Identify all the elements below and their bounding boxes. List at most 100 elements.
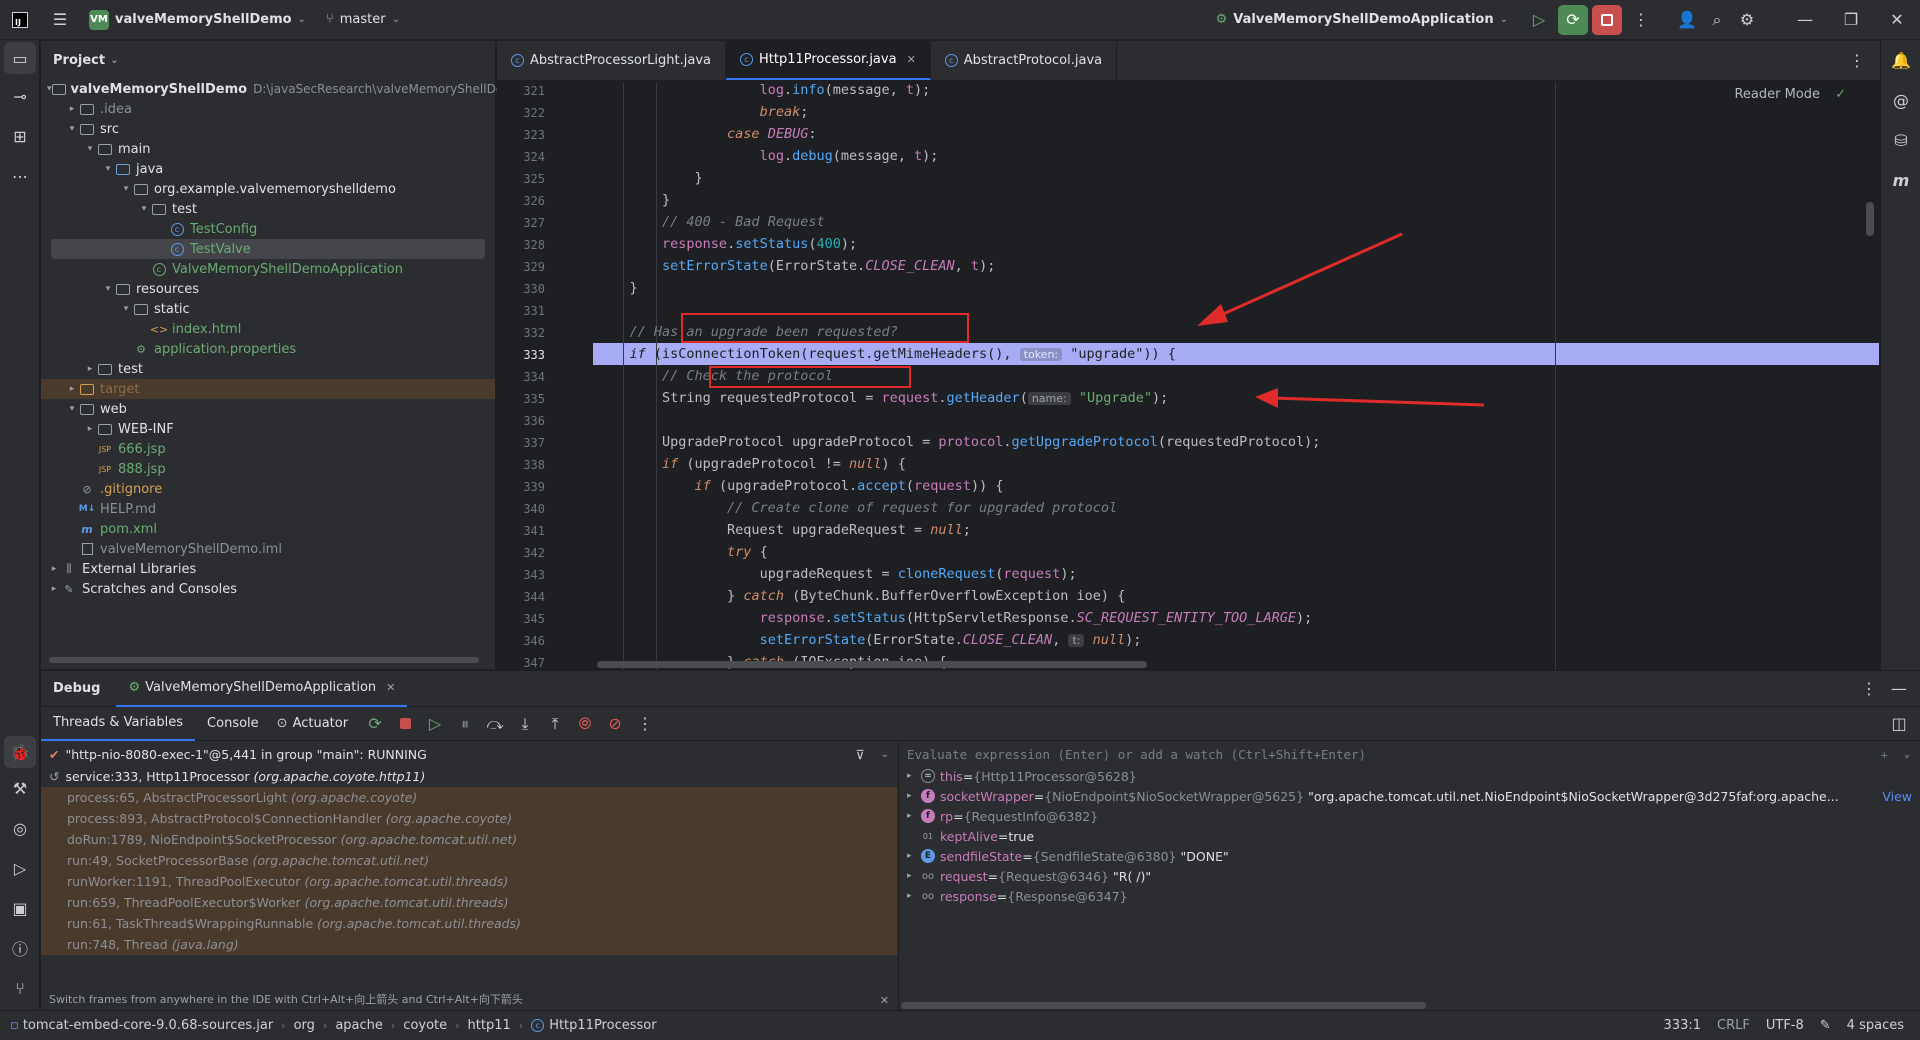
build-icon[interactable]: ⚒ — [0, 768, 40, 808]
tree-item[interactable]: ⊘ .gitignore — [41, 479, 495, 499]
commit-icon[interactable]: ⊸ — [0, 76, 40, 116]
tree-item[interactable]: ▾ src — [41, 119, 495, 139]
step-into-icon[interactable]: ⤓ — [510, 709, 540, 739]
chevron-right-icon[interactable]: ▸ — [907, 791, 921, 801]
step-out-icon[interactable]: ⤒ — [540, 709, 570, 739]
tree-item[interactable]: ▾ org.example.valvememoryshelldemo — [41, 179, 495, 199]
chevron-right-icon[interactable]: ▸ — [65, 384, 79, 394]
search-icon[interactable]: ⌕ — [1702, 5, 1732, 35]
stop-icon[interactable] — [390, 709, 420, 739]
variable-row[interactable]: ▸ f rp = {RequestInfo@6382} — [899, 806, 1920, 826]
project-panel-header[interactable]: Project ⌄ — [41, 41, 495, 79]
chevron-right-icon[interactable]: ▸ — [65, 104, 79, 114]
more-options-icon[interactable]: ⋮ — [1854, 674, 1884, 704]
rerun-icon[interactable]: ⟳ — [360, 709, 390, 739]
stack-frame[interactable]: ↺ service:333, Http11Processor (org.apache… — [41, 766, 897, 787]
stack-frame[interactable]: process:893, AbstractProtocol$Connection… — [41, 808, 897, 829]
layout-icon[interactable]: ◫ — [1884, 709, 1914, 739]
stack-frame[interactable]: doRun:1789, NioEndpoint$SocketProcessor(… — [41, 829, 897, 850]
close-hint-icon[interactable]: ✕ — [880, 994, 889, 1007]
terminal-icon[interactable]: ▣ — [0, 888, 40, 928]
problems-icon[interactable]: ⓘ — [0, 928, 40, 968]
debug-tool-icon[interactable]: 🐞 — [4, 736, 36, 768]
tree-item[interactable]: c TestValve — [51, 239, 485, 259]
branch-switcher[interactable]: ⑂ master ⌄ — [326, 0, 400, 40]
filter-icon[interactable]: ⊽ — [855, 747, 864, 762]
code-editor[interactable]: 321 322 323 324 325 326 327 328 329 330 331 332 333 3… — [497, 82, 1880, 670]
chevron-right-icon[interactable]: ▸ — [907, 811, 921, 821]
close-icon[interactable]: ✕ — [1874, 5, 1920, 35]
resume-icon[interactable]: ▷ — [420, 709, 450, 739]
tab-abstract-protocol[interactable]: c AbstractProtocol.java — [931, 41, 1118, 80]
tab-abstract-processor-light[interactable]: c AbstractProcessorLight.java — [497, 41, 726, 80]
ide-logo-icon[interactable]: IJ — [5, 5, 35, 35]
close-icon[interactable]: ✕ — [386, 681, 395, 694]
tree-item[interactable]: ▾ static — [41, 299, 495, 319]
more-actions-icon[interactable]: ⋮ — [1626, 5, 1656, 35]
debug-session-tab[interactable]: ⚙ ValveMemoryShellDemoApplication ✕ — [116, 671, 408, 707]
chevron-down-icon[interactable]: ▾ — [137, 204, 151, 214]
tree-item[interactable]: m pom.xml — [41, 519, 495, 539]
breadcrumb-item[interactable]: apache — [335, 1018, 383, 1033]
add-user-icon[interactable]: 👤 — [1672, 5, 1702, 35]
vertical-scrollbar[interactable] — [1866, 202, 1874, 236]
breadcrumb-item[interactable]: Http11Processor — [549, 1018, 656, 1033]
breadcrumb-item[interactable]: coyote — [403, 1018, 447, 1033]
chevron-right-icon[interactable]: ▸ — [907, 891, 921, 901]
notifications-icon[interactable]: 🔔 — [1881, 40, 1920, 80]
project-switcher[interactable]: VM valveMemoryShellDemo ⌄ — [89, 0, 306, 40]
gear-icon[interactable]: ⚙ — [1732, 5, 1762, 35]
structure-icon[interactable]: ⊞ — [0, 116, 40, 156]
main-menu-icon[interactable]: ☰ — [45, 5, 75, 35]
tree-item[interactable]: c TestConfig — [41, 219, 495, 239]
chevron-down-icon[interactable]: ▾ — [65, 404, 79, 414]
stack-frame[interactable]: runWorker:1191, ThreadPoolExecutor (org.a… — [41, 871, 897, 892]
tree-item[interactable]: valveMemoryShellDemo.iml — [41, 539, 495, 559]
tree-item[interactable]: ⚙ application.properties — [41, 339, 495, 359]
chevron-right-icon[interactable]: ▸ — [47, 584, 61, 594]
stack-frame[interactable]: run:61, TaskThread$WrappingRunnable (org.… — [41, 913, 897, 934]
tree-item[interactable]: ▸ .idea — [41, 99, 495, 119]
chevron-down-icon[interactable]: ⌄ — [881, 749, 889, 760]
variable-row[interactable]: 01 keptAlive = true — [899, 826, 1920, 846]
database-icon[interactable]: ⛁ — [1881, 120, 1920, 160]
reader-mode-button[interactable]: Reader Mode — [1734, 87, 1820, 102]
stack-frame[interactable]: run:49, SocketProcessorBase (org.apache.t… — [41, 850, 897, 871]
step-over-icon[interactable]: ⤼ — [480, 709, 510, 739]
tree-item[interactable]: ▾ main — [41, 139, 495, 159]
chevron-down-icon[interactable]: ▾ — [101, 164, 115, 174]
project-view-icon[interactable]: ▭ — [4, 42, 36, 74]
more-icon[interactable]: ⋮ — [630, 709, 660, 739]
tree-item[interactable]: ▸ ✎ Scratches and Consoles — [41, 579, 495, 599]
chevron-right-icon[interactable]: ▸ — [83, 424, 97, 434]
stack-frame[interactable]: run:659, ThreadPoolExecutor$Worker (org.a… — [41, 892, 897, 913]
breadcrumb-item[interactable]: http11 — [468, 1018, 511, 1033]
chevron-down-icon[interactable]: ▾ — [119, 184, 133, 194]
chevron-right-icon[interactable]: ▸ — [907, 771, 921, 781]
close-tab-icon[interactable]: ✕ — [907, 53, 916, 66]
indent-setting[interactable]: 4 spaces — [1847, 1018, 1904, 1033]
horizontal-scrollbar[interactable] — [597, 661, 1147, 668]
minimize-icon[interactable]: — — [1782, 5, 1828, 35]
tab-http11-processor[interactable]: c Http11Processor.java ✕ — [726, 41, 931, 80]
tree-item[interactable]: ▾ valveMemoryShellDemo D:\javaSecResearch\… — [41, 79, 503, 99]
git-icon[interactable]: ⑂ — [0, 968, 40, 1008]
chevron-down-icon[interactable]: ⌄ — [1904, 749, 1910, 760]
thread-selector[interactable]: ✔ "http-nio-8080-exec-1"@5,441 in group … — [41, 742, 897, 766]
breadcrumb-item[interactable]: org — [294, 1018, 315, 1033]
variable-row[interactable]: ▸ oo request = {Request@6346} "R( /)" — [899, 866, 1920, 886]
stack-frame[interactable]: process:65, AbstractProcessorLight (org.a… — [41, 787, 897, 808]
chevron-right-icon[interactable]: ▸ — [907, 871, 921, 881]
view-link[interactable]: View — [1882, 789, 1912, 804]
chevron-right-icon[interactable]: ▸ — [907, 851, 921, 861]
variable-row[interactable]: ▸ EsendfileState = {SendfileState@6380} "D… — [899, 846, 1920, 866]
tree-item[interactable]: ▸ test — [41, 359, 495, 379]
tab-options-icon[interactable]: ⋮ — [1842, 46, 1872, 76]
chevron-down-icon[interactable]: ▾ — [83, 144, 97, 154]
pause-icon[interactable]: ⏸ — [450, 709, 480, 739]
caret-position[interactable]: 333:1 — [1664, 1018, 1701, 1033]
tab-console[interactable]: Console — [195, 716, 271, 731]
stop-icon[interactable] — [1592, 4, 1622, 35]
chevron-right-icon[interactable]: ▸ — [83, 364, 97, 374]
tree-item[interactable]: ▾ web — [41, 399, 495, 419]
